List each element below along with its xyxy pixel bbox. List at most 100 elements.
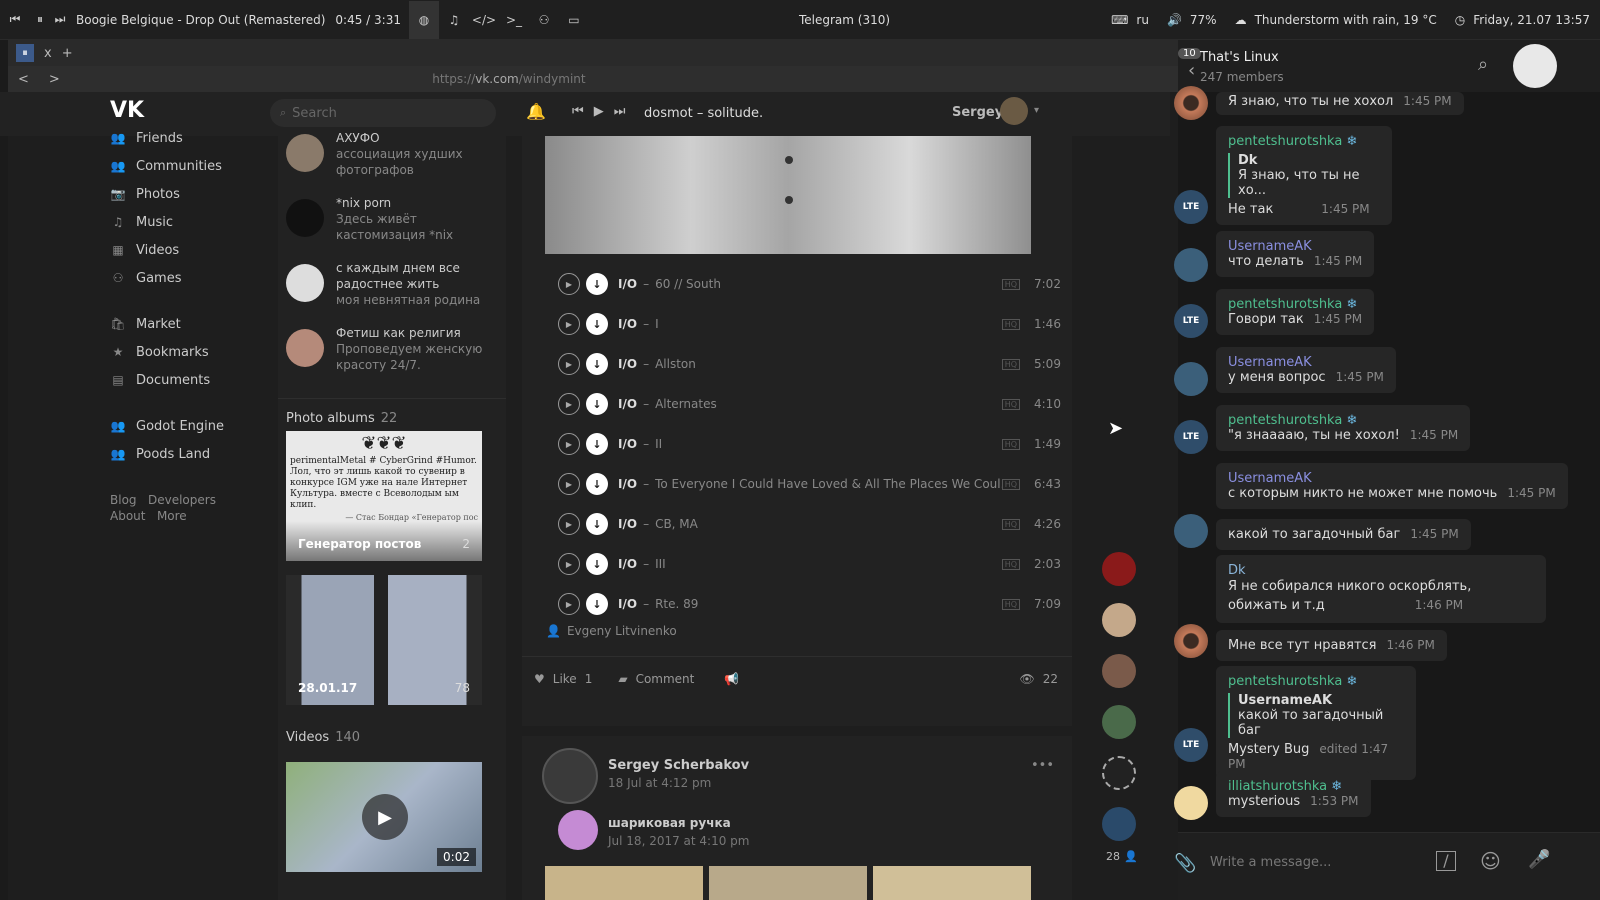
sidebar-item-documents[interactable]: ▤ Documents (110, 366, 260, 394)
track-artist[interactable]: I/O (618, 277, 637, 291)
play-icon[interactable]: ▶ (558, 593, 580, 615)
message[interactable]: pentetshurotshka ❄ Говори так 1:45 PM (1216, 289, 1375, 335)
sender-name[interactable]: pentetshurotshka (1228, 674, 1342, 689)
microphone-icon[interactable]: 🎤 (1528, 849, 1550, 870)
user-avatar[interactable] (1000, 97, 1028, 125)
friend-avatar[interactable] (1102, 654, 1136, 688)
audio-row[interactable]: ▶ ↓ I/O – II HQ 1:49 (522, 424, 1072, 464)
volume-level[interactable]: 77% (1190, 13, 1217, 27)
music-icon[interactable]: ♫ (439, 1, 469, 39)
terminal-icon[interactable]: >_ (499, 1, 529, 39)
group-item[interactable]: с каждым днем все радостнее жить моя невн… (286, 260, 498, 325)
user-avatar[interactable] (1174, 514, 1208, 548)
gamepad-icon[interactable]: ⚇ (529, 1, 559, 39)
play-icon[interactable]: ▶ (362, 794, 408, 840)
chat-avatar[interactable] (1513, 44, 1557, 88)
message[interactable]: UsernameAK с которым никто не может мне … (1216, 463, 1568, 509)
album-card[interactable]: ❦❦❦ perimentalMetal # CyberGrind #Humor.… (286, 431, 482, 561)
play-icon[interactable]: ▶ (558, 553, 580, 575)
bell-icon[interactable]: 🔔 (526, 102, 546, 121)
audio-row[interactable]: ▶ ↓ I/O – To Everyone I Could Have Loved & A… (522, 464, 1072, 504)
group-name[interactable]: АХУФО (336, 130, 498, 146)
user-name[interactable]: Sergey (952, 105, 1003, 120)
album-card[interactable]: 28.01.17 78 (286, 575, 482, 705)
group-name[interactable]: с каждым днем все радостнее жить (336, 260, 498, 292)
download-icon[interactable]: ↓ (586, 513, 608, 535)
friend-avatar[interactable] (1102, 603, 1136, 637)
post-photo[interactable] (545, 866, 703, 900)
friend-avatar[interactable] (1102, 552, 1136, 586)
play-icon[interactable]: ▶ (558, 433, 580, 455)
play-icon[interactable]: ▶ (558, 273, 580, 295)
search-icon[interactable]: ⌕ (1478, 54, 1488, 75)
download-icon[interactable]: ↓ (586, 553, 608, 575)
back-arrow-icon[interactable]: ‹ (1188, 60, 1195, 81)
user-avatar[interactable]: LTE (1174, 190, 1208, 224)
vk-logo-icon[interactable]: VK (110, 98, 144, 123)
player-play-icon[interactable]: ▶ (594, 104, 604, 119)
search-input[interactable]: ⌕ Search (270, 99, 496, 127)
track-title[interactable]: 60 // South (655, 277, 1002, 291)
sidebar-item-bookmarks[interactable]: ★ Bookmarks (110, 338, 260, 366)
track-title[interactable]: Alternates (655, 397, 1002, 411)
sidebar-item-poods-land[interactable]: 👥 Poods Land (110, 440, 260, 468)
next-track-icon[interactable]: ⏭ (50, 1, 70, 39)
audio-row[interactable]: ▶ ↓ I/O – CB, MA HQ 4:26 (522, 504, 1072, 544)
audio-row[interactable]: ▶ ↓ I/O – Allston HQ 5:09 (522, 344, 1072, 384)
like-button[interactable]: Like (553, 672, 577, 686)
player-prev-icon[interactable]: ⏮ (572, 104, 584, 119)
tab-close-button[interactable]: x (44, 46, 52, 61)
emoji-icon[interactable]: ☺ (1480, 849, 1501, 873)
audio-row[interactable]: ▶ ↓ I/O – III HQ 2:03 (522, 544, 1072, 584)
post-author-avatar[interactable] (542, 748, 598, 804)
message-input[interactable]: Write a message... (1210, 855, 1331, 870)
group-item[interactable]: АХУФО ассоциация худших фотографов (286, 130, 498, 195)
code-icon[interactable]: </> (469, 1, 499, 39)
track-title[interactable]: II (655, 437, 1002, 451)
message[interactable]: illiatshurotshka ❄ mysterious 1:53 PM (1216, 771, 1371, 817)
sender-name[interactable]: UsernameAK (1228, 355, 1384, 370)
audio-row[interactable]: ▶ ↓ I/O – Rte. 89 HQ 7:09 (522, 584, 1072, 624)
message[interactable]: какой то загадочный баг 1:45 PM (1216, 519, 1471, 550)
bot-command-icon[interactable]: / (1436, 851, 1456, 871)
attach-icon[interactable]: 📎 (1174, 853, 1196, 874)
post-photo[interactable] (709, 866, 867, 900)
sidebar-item-photos[interactable]: 📷 Photos (110, 180, 260, 208)
play-icon[interactable]: ▶ (558, 473, 580, 495)
footer-more-link[interactable]: More (157, 509, 187, 523)
download-icon[interactable]: ↓ (586, 473, 608, 495)
chat-members[interactable]: 247 members (1200, 70, 1284, 84)
play-icon[interactable]: ▶ (558, 353, 580, 375)
videos-header[interactable]: Videos 140 (286, 730, 360, 745)
repost-date[interactable]: Jul 18, 2017 at 4:10 pm (608, 834, 750, 848)
track-title[interactable]: I (655, 317, 1002, 331)
prev-track-icon[interactable]: ⏮ (0, 1, 30, 39)
message[interactable]: UsernameAK у меня вопрос 1:45 PM (1216, 347, 1396, 393)
track-artist[interactable]: I/O (618, 597, 637, 611)
sidebar-item-friends[interactable]: 👥 Friends (110, 124, 260, 152)
player-track[interactable]: dosmot – solitude. (644, 106, 763, 121)
post-photo[interactable] (545, 136, 1031, 254)
chat-title[interactable]: That's Linux (1200, 50, 1279, 65)
url-field[interactable]: https://vk.com/windymint (60, 72, 958, 86)
track-title[interactable]: To Everyone I Could Have Loved & All The… (655, 477, 1002, 491)
user-avatar[interactable] (1174, 362, 1208, 396)
sender-name[interactable]: pentetshurotshka (1228, 134, 1342, 149)
friends-online-count[interactable]: 28 (1106, 850, 1120, 863)
sidebar-item-games[interactable]: ⚇ Games (110, 264, 260, 292)
audio-row[interactable]: ▶ ↓ I/O –60 // South HQ 7:02 (522, 264, 1072, 304)
comment-button[interactable]: Comment (636, 672, 695, 686)
user-avatar[interactable] (1174, 624, 1208, 658)
user-avatar[interactable] (1174, 248, 1208, 282)
sender-name[interactable]: pentetshurotshka (1228, 297, 1342, 312)
play-icon[interactable]: ▶ (558, 393, 580, 415)
track-title[interactable]: Rte. 89 (655, 597, 1002, 611)
back-button[interactable]: < (18, 72, 29, 87)
tab-active-icon[interactable]: ⏸ (16, 44, 34, 62)
player-next-icon[interactable]: ⏭ (614, 104, 626, 119)
keyboard-layout[interactable]: ru (1136, 13, 1149, 27)
group-avatar[interactable] (286, 329, 324, 367)
group-name[interactable]: *nix porn (336, 195, 498, 211)
group-avatar[interactable] (286, 199, 324, 237)
chevron-down-icon[interactable]: ▾ (1034, 105, 1039, 116)
